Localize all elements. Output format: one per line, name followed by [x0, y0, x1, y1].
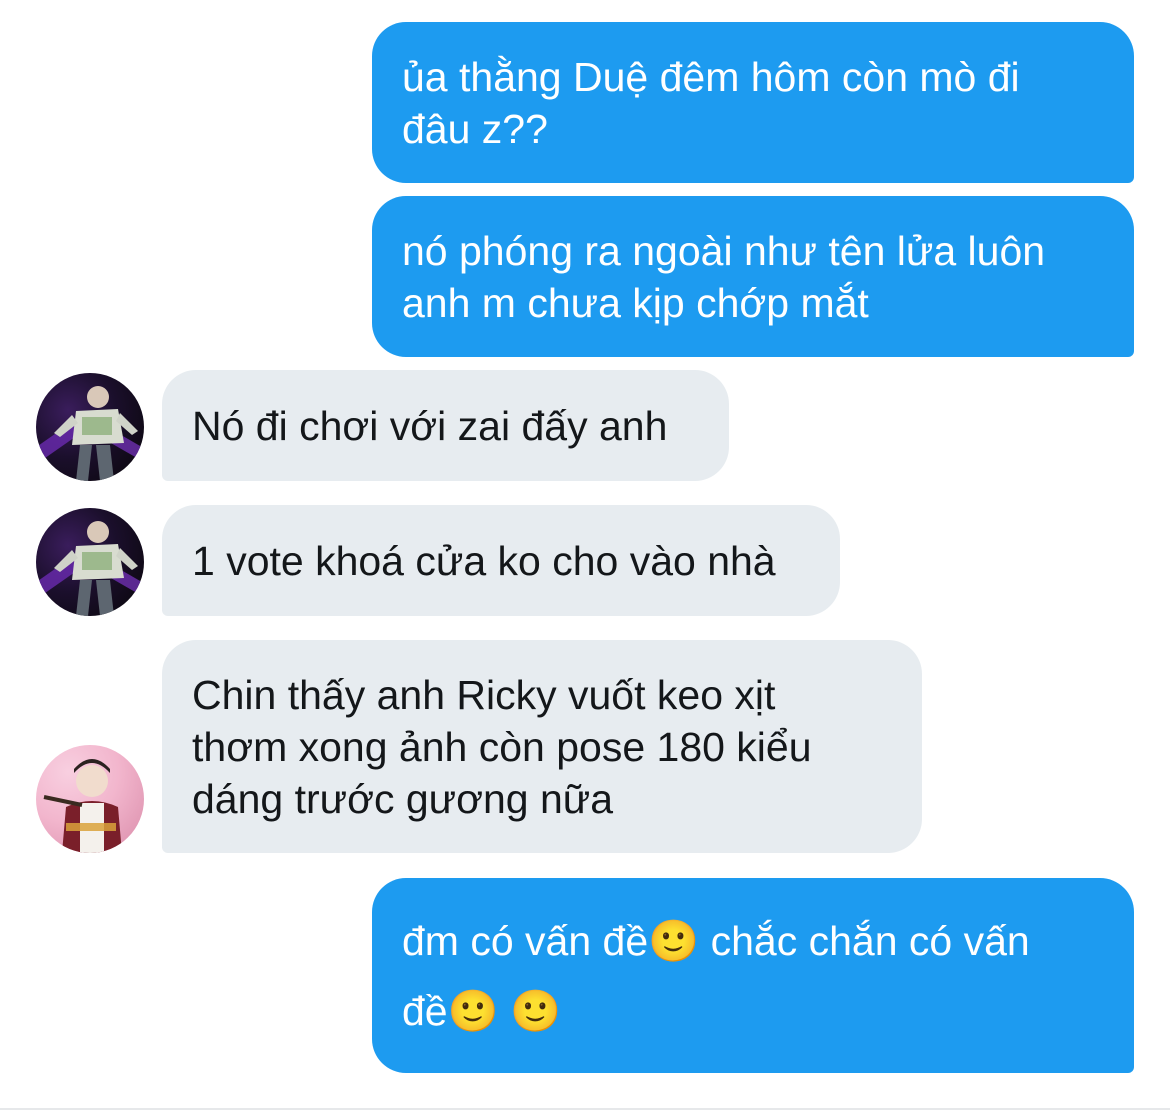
outgoing-message-bubble[interactable]: nó phóng ra ngoài như tên lửa luôn anh m…	[372, 196, 1134, 357]
outgoing-message-bubble[interactable]: ủa thằng Duệ đêm hôm còn mò đi đâu z??	[372, 22, 1134, 183]
message-text: Nó đi chơi với zai đấy anh	[192, 402, 668, 449]
divider	[0, 1108, 1170, 1110]
message-text: nó phóng ra ngoài như tên lửa luôn anh m…	[402, 227, 1046, 326]
slightly-smiling-face-icon: 🙂	[447, 987, 499, 1034]
avatar[interactable]	[36, 373, 144, 481]
message-text: Chin thấy anh Ricky vuốt keo xịt thơm xo…	[192, 671, 812, 822]
slightly-smiling-face-icon: 🙂	[510, 987, 562, 1034]
message-text: đm có vấn đề🙂 chắc chắn có vấn đề🙂 🙂	[402, 906, 1030, 1046]
avatar[interactable]	[36, 745, 144, 853]
message-thread: ủa thằng Duệ đêm hôm còn mò đi đâu z?? n…	[0, 0, 1170, 1113]
slightly-smiling-face-icon: 🙂	[648, 917, 700, 964]
incoming-message-bubble[interactable]: Nó đi chơi với zai đấy anh	[162, 370, 729, 481]
avatar-image	[43, 759, 122, 853]
avatar-image	[36, 521, 144, 616]
message-text: ủa thằng Duệ đêm hôm còn mò đi đâu z??	[402, 53, 1020, 152]
outgoing-message-bubble[interactable]: đm có vấn đề🙂 chắc chắn có vấn đề🙂 🙂	[372, 878, 1134, 1073]
incoming-message-bubble[interactable]: Chin thấy anh Ricky vuốt keo xịt thơm xo…	[162, 640, 922, 853]
message-text: 1 vote khoá cửa ko cho vào nhà	[192, 537, 776, 584]
avatar-image	[36, 386, 144, 481]
incoming-message-bubble[interactable]: 1 vote khoá cửa ko cho vào nhà	[162, 505, 840, 616]
avatar[interactable]	[36, 508, 144, 616]
